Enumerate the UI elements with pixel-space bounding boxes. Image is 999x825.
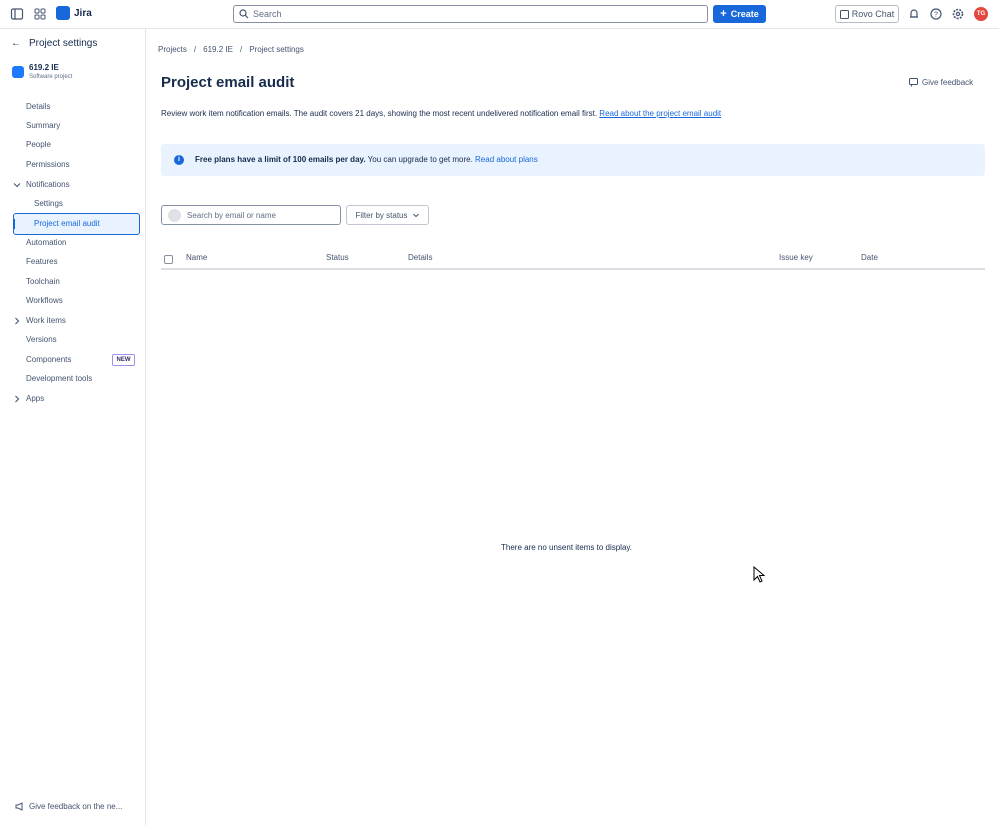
banner-text: You can upgrade to get more. bbox=[367, 155, 473, 164]
info-icon: i bbox=[174, 155, 184, 165]
read-about-plans-link[interactable]: Read about plans bbox=[475, 155, 538, 164]
app-switcher-icon[interactable] bbox=[33, 7, 47, 21]
search-input[interactable]: Search bbox=[233, 5, 708, 23]
sidebar-item-settings[interactable]: Settings bbox=[34, 196, 63, 212]
sidebar-item-workflows[interactable]: Workflows bbox=[26, 293, 63, 309]
breadcrumb-projects[interactable]: Projects bbox=[158, 45, 187, 54]
create-label: Create bbox=[730, 9, 759, 19]
sidebar-item-permissions[interactable]: Permissions bbox=[26, 157, 70, 173]
breadcrumb-project[interactable]: 619.2 IE bbox=[203, 45, 233, 54]
give-feedback-navigation-button[interactable]: Give feedback on the ne... bbox=[15, 802, 122, 811]
megaphone-icon bbox=[15, 802, 23, 811]
top-navigation: Jira Search + Create Rovo Chat ? TG bbox=[0, 0, 999, 29]
settings-gear-icon[interactable] bbox=[951, 7, 965, 21]
jira-logo-icon[interactable] bbox=[56, 6, 70, 20]
breadcrumb-separator: / bbox=[193, 45, 197, 54]
breadcrumb-project-settings[interactable]: Project settings bbox=[249, 45, 304, 54]
chevron-right-icon[interactable] bbox=[12, 394, 22, 404]
table-header: Name Status Details Issue key Date bbox=[161, 249, 985, 270]
project-name: 619.2 IE bbox=[29, 63, 59, 72]
page-description: Review work item notification emails. Th… bbox=[161, 109, 721, 118]
create-button[interactable]: + Create bbox=[713, 5, 766, 23]
plus-icon: + bbox=[720, 8, 727, 20]
notifications-icon[interactable] bbox=[907, 7, 921, 21]
filter-label: Filter by status bbox=[355, 210, 408, 220]
sidebar-item-automation[interactable]: Automation bbox=[26, 235, 66, 251]
app-name[interactable]: Jira bbox=[74, 8, 92, 19]
description-text: Review work item notification emails. Th… bbox=[161, 109, 598, 118]
sidebar-heading: Project settings bbox=[29, 38, 98, 49]
give-feedback-navigation-label: Give feedback on the ne... bbox=[29, 802, 123, 811]
column-header-details[interactable]: Details bbox=[408, 253, 432, 262]
rovo-chat-button[interactable]: Rovo Chat bbox=[835, 5, 899, 23]
sidebar-toggle-icon[interactable] bbox=[10, 7, 24, 21]
main-content: Projects / 619.2 IE / Project settings P… bbox=[146, 29, 999, 825]
search-placeholder: Search bbox=[253, 9, 282, 19]
sidebar-item-features[interactable]: Features bbox=[26, 254, 58, 270]
sidebar: ← Project settings 619.2 IE Software pro… bbox=[0, 29, 146, 825]
search-icon bbox=[239, 9, 249, 19]
rovo-chat-label: Rovo Chat bbox=[851, 9, 895, 19]
mouse-cursor-icon bbox=[753, 566, 765, 583]
sidebar-item-notifications[interactable]: Notifications bbox=[26, 177, 70, 193]
column-header-issue-key[interactable]: Issue key bbox=[779, 253, 813, 262]
sidebar-item-components[interactable]: Components bbox=[26, 352, 71, 368]
svg-text:?: ? bbox=[934, 12, 938, 19]
sidebar-item-summary[interactable]: Summary bbox=[26, 118, 60, 134]
empty-state-message: There are no unsent items to display. bbox=[501, 543, 633, 552]
nav-active-indicator bbox=[13, 219, 15, 229]
give-feedback-button[interactable]: Give feedback bbox=[909, 78, 973, 87]
feedback-icon bbox=[909, 78, 918, 87]
sidebar-item-toolchain[interactable]: Toolchain bbox=[26, 274, 60, 290]
breadcrumb-separator: / bbox=[239, 45, 243, 54]
read-about-audit-link[interactable]: Read about the project email audit bbox=[599, 109, 721, 118]
sidebar-item-development-tools[interactable]: Development tools bbox=[26, 371, 92, 387]
user-avatar[interactable]: TG bbox=[974, 7, 988, 21]
page-title: Project email audit bbox=[161, 74, 295, 91]
project-avatar-icon bbox=[12, 66, 24, 78]
chevron-right-icon[interactable] bbox=[12, 316, 22, 326]
sidebar-item-versions[interactable]: Versions bbox=[26, 332, 57, 348]
chevron-down-icon bbox=[412, 213, 419, 218]
sidebar-item-people[interactable]: People bbox=[26, 137, 51, 153]
sidebar-item-details[interactable]: Details bbox=[26, 99, 50, 115]
sidebar-item-work-items[interactable]: Work items bbox=[26, 313, 66, 329]
column-header-status[interactable]: Status bbox=[326, 253, 349, 262]
sidebar-item-apps[interactable]: Apps bbox=[26, 391, 44, 407]
banner-message: Free plans have a limit of 100 emails pe… bbox=[195, 155, 538, 164]
banner-bold-text: Free plans have a limit of 100 emails pe… bbox=[195, 155, 366, 164]
email-search-input[interactable]: Search by email or name bbox=[161, 205, 341, 225]
arrow-left-icon: ← bbox=[11, 38, 21, 49]
column-header-name[interactable]: Name bbox=[186, 253, 207, 262]
new-badge: NEW bbox=[112, 354, 135, 366]
filter-by-status-dropdown[interactable]: Filter by status bbox=[346, 205, 429, 225]
plan-limit-banner: i Free plans have a limit of 100 emails … bbox=[161, 144, 985, 176]
give-feedback-label: Give feedback bbox=[922, 78, 974, 87]
chat-icon bbox=[839, 9, 849, 19]
back-to-project-settings[interactable]: ← Project settings bbox=[11, 38, 97, 49]
help-icon[interactable]: ? bbox=[929, 7, 943, 21]
breadcrumb: Projects / 619.2 IE / Project settings bbox=[158, 45, 304, 54]
column-header-date[interactable]: Date bbox=[861, 253, 878, 262]
sidebar-item-project-email-audit[interactable]: Project email audit bbox=[34, 216, 100, 232]
select-all-checkbox[interactable] bbox=[164, 255, 173, 264]
project-type: Software project bbox=[29, 74, 73, 80]
chevron-down-icon[interactable] bbox=[12, 180, 22, 190]
email-search-placeholder: Search by email or name bbox=[187, 211, 276, 220]
person-icon bbox=[168, 209, 181, 222]
